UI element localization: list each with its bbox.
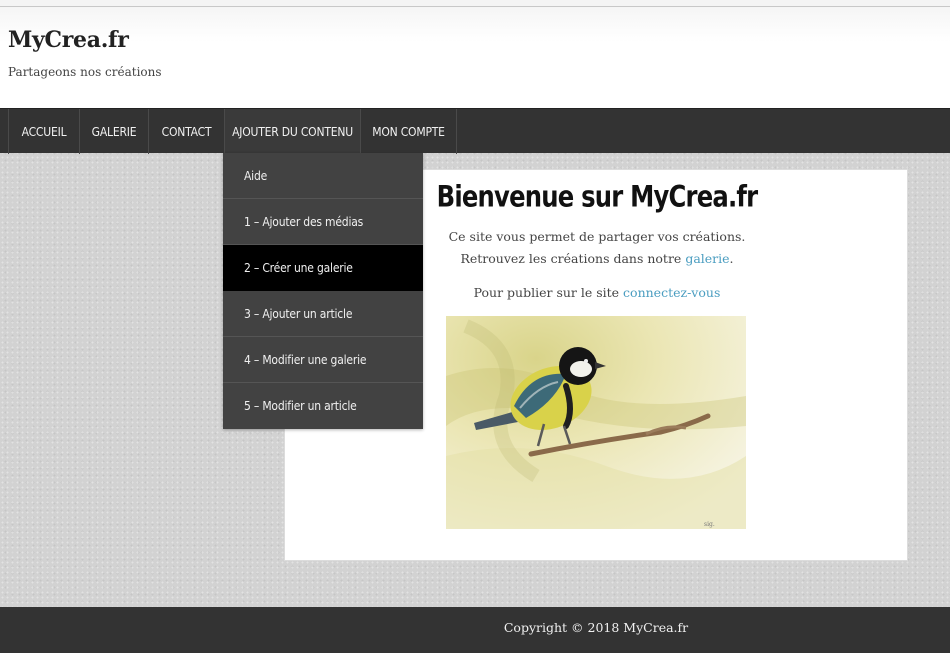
connectez-vous-link[interactable]: connectez-vous <box>623 285 720 300</box>
submenu-item-ajouter-un-article[interactable]: 3 – Ajouter un article <box>223 291 423 337</box>
nav-item-contact[interactable]: CONTACT <box>149 109 225 154</box>
publish-line-text: Pour publier sur le site <box>473 285 624 300</box>
browser-top-strip <box>0 0 950 7</box>
galerie-link[interactable]: galerie <box>685 251 729 266</box>
submenu-item-aide[interactable]: Aide <box>223 153 423 199</box>
submenu-item-modifier-un-article[interactable]: 5 – Modifier un article <box>223 383 423 429</box>
copyright-text: Copyright © 2018 MyCrea.fr <box>503 620 689 635</box>
main-navigation: ACCUEIL GALERIE CONTACT AJOUTER DU CONTE… <box>0 108 950 154</box>
bird-watercolor-image: sig. <box>446 316 746 529</box>
nav-list: ACCUEIL GALERIE CONTACT AJOUTER DU CONTE… <box>8 109 457 154</box>
submenu-item-ajouter-des-medias[interactable]: 1 – Ajouter des médias <box>223 199 423 245</box>
svg-text:sig.: sig. <box>704 521 715 528</box>
nav-item-accueil[interactable]: ACCUEIL <box>9 109 80 154</box>
site-title[interactable]: MyCrea.fr <box>8 27 129 53</box>
nav-item-ajouter-du-contenu[interactable]: AJOUTER DU CONTENU <box>225 109 361 154</box>
site-header: MyCrea.fr Partageons nos créations <box>0 7 950 108</box>
nav-item-mon-compte[interactable]: MON COMPTE <box>361 109 457 154</box>
intro-line-2-end: . <box>729 251 734 266</box>
submenu-ajouter-du-contenu: Aide 1 – Ajouter des médias 2 – Créer un… <box>223 153 423 429</box>
intro-line-2-text: Retrouvez les créations dans notre <box>460 251 686 266</box>
submenu-item-modifier-une-galerie[interactable]: 4 – Modifier une galerie <box>223 337 423 383</box>
site-footer: Copyright © 2018 MyCrea.fr <box>0 607 950 653</box>
site-tagline: Partageons nos créations <box>8 65 162 79</box>
submenu-item-creer-une-galerie[interactable]: 2 – Créer une galerie <box>223 245 423 291</box>
nav-item-galerie[interactable]: GALERIE <box>80 109 149 154</box>
